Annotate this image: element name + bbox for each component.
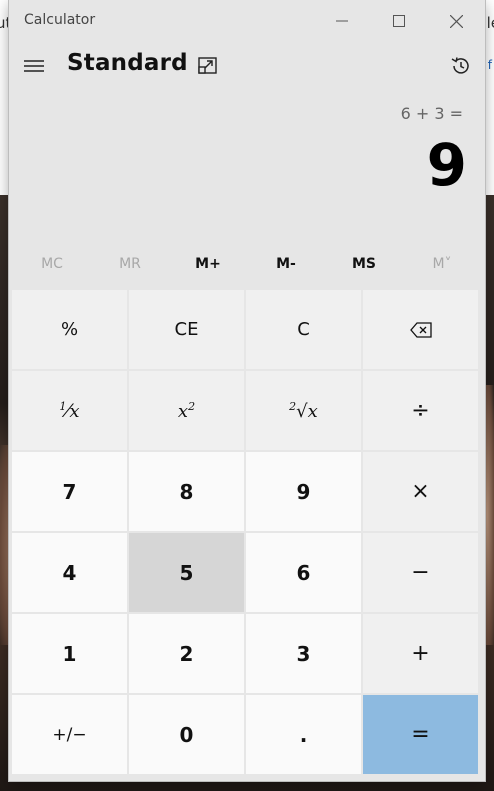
digit-4-button[interactable]: 4 <box>12 533 127 612</box>
digit-7-button[interactable]: 7 <box>12 452 127 531</box>
square-label: x2 <box>178 400 195 422</box>
digit-6-button[interactable]: 6 <box>246 533 361 612</box>
keypad: % CE C 1⁄x x2 2√x ÷ 7 8 9 × 4 5 6 − 1 2 … <box>12 290 482 777</box>
square-root-label: 2√x <box>289 399 318 422</box>
subtract-button[interactable]: − <box>363 533 478 612</box>
digit-3-button[interactable]: 3 <box>246 614 361 693</box>
memory-subtract-button[interactable]: M- <box>247 246 325 282</box>
minimize-button[interactable] <box>313 0 370 42</box>
digit-5-button[interactable]: 5 <box>129 533 244 612</box>
digit-8-button[interactable]: 8 <box>129 452 244 531</box>
square-base: x <box>177 400 189 422</box>
close-icon <box>450 14 463 28</box>
expression-display: 6 + 3 = <box>400 104 463 123</box>
minimize-icon <box>335 20 348 22</box>
percent-button[interactable]: % <box>12 290 127 369</box>
close-button[interactable] <box>428 0 485 42</box>
memory-row: MC MR M+ M- MS M˅ <box>13 246 481 282</box>
app-header: Standard <box>9 42 485 92</box>
maximize-icon <box>392 15 405 27</box>
memory-list-button[interactable]: M˅ <box>403 246 481 282</box>
backspace-button[interactable] <box>363 290 478 369</box>
square-button[interactable]: x2 <box>129 371 244 450</box>
add-button[interactable]: + <box>363 614 478 693</box>
background-link-fragment: f <box>487 58 492 72</box>
keep-on-top-icon[interactable] <box>197 55 219 77</box>
digit-0-button[interactable]: 0 <box>129 695 244 774</box>
reciprocal-label: 1⁄x <box>59 399 80 422</box>
clear-button[interactable]: C <box>246 290 361 369</box>
hamburger-menu-icon[interactable] <box>23 55 45 77</box>
title-bar[interactable]: Calculator <box>9 0 485 42</box>
decimal-button[interactable]: . <box>246 695 361 774</box>
calculator-window: Calculator Standard 6 + 3 = 9 MC MR M+ M… <box>9 0 485 781</box>
memory-store-button[interactable]: MS <box>325 246 403 282</box>
square-root-button[interactable]: 2√x <box>246 371 361 450</box>
backspace-icon <box>409 321 432 338</box>
digit-2-button[interactable]: 2 <box>129 614 244 693</box>
reciprocal-button[interactable]: 1⁄x <box>12 371 127 450</box>
reciprocal-numerator: 1 <box>59 399 67 413</box>
divide-button[interactable]: ÷ <box>363 371 478 450</box>
result-display: 9 <box>426 131 467 199</box>
root-index: 2 <box>289 399 297 413</box>
square-exponent: 2 <box>188 399 196 413</box>
memory-clear-button[interactable]: MC <box>13 246 91 282</box>
root-variable: x <box>307 400 318 422</box>
digit-1-button[interactable]: 1 <box>12 614 127 693</box>
equals-button[interactable]: = <box>363 695 478 774</box>
clear-entry-button[interactable]: CE <box>129 290 244 369</box>
negate-button[interactable]: +/− <box>12 695 127 774</box>
background-text-right: le <box>486 14 494 32</box>
maximize-button[interactable] <box>370 0 427 42</box>
memory-add-button[interactable]: M+ <box>169 246 247 282</box>
history-icon[interactable] <box>449 54 473 78</box>
memory-recall-button[interactable]: MR <box>91 246 169 282</box>
mode-title: Standard <box>67 50 188 76</box>
app-title: Calculator <box>24 12 96 28</box>
digit-9-button[interactable]: 9 <box>246 452 361 531</box>
reciprocal-denominator: x <box>69 400 80 422</box>
multiply-button[interactable]: × <box>363 452 478 531</box>
